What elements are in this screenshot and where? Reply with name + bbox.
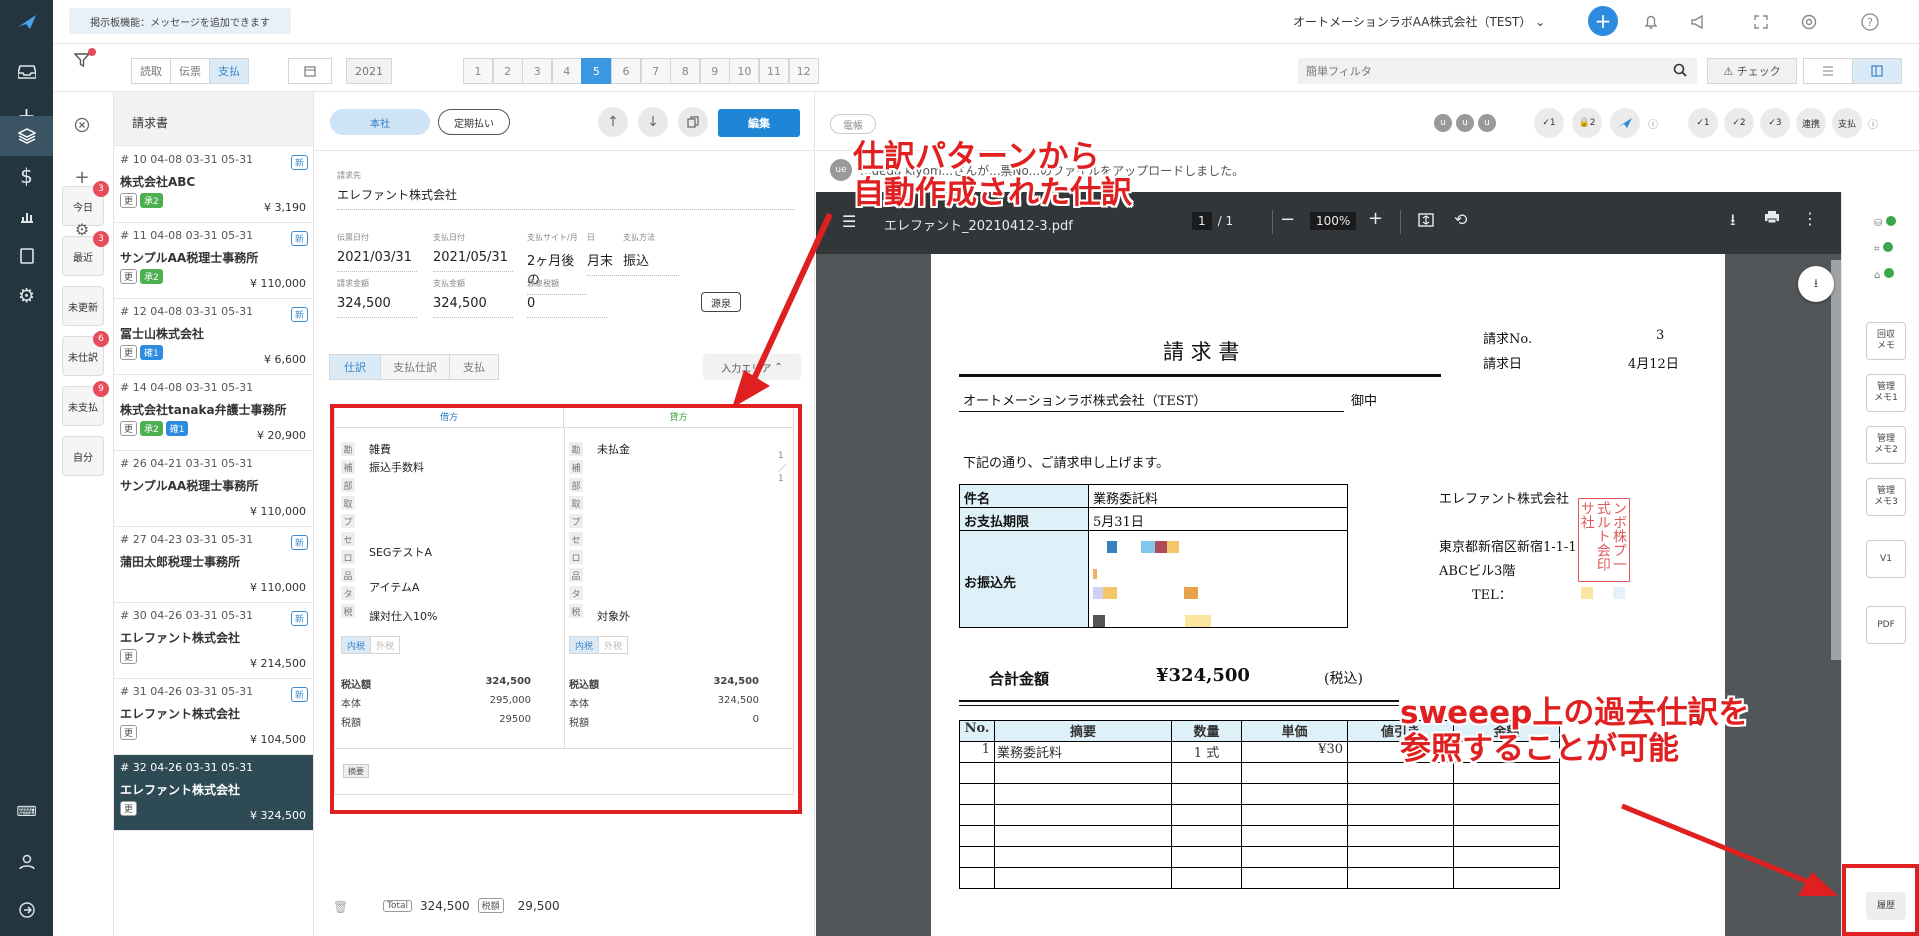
annotation-history: sweeep上の過去仕訳を 参照することが可能: [1400, 695, 1750, 767]
annotation-journal: 仕訳パターンから 自動作成された仕訳: [853, 139, 1132, 211]
